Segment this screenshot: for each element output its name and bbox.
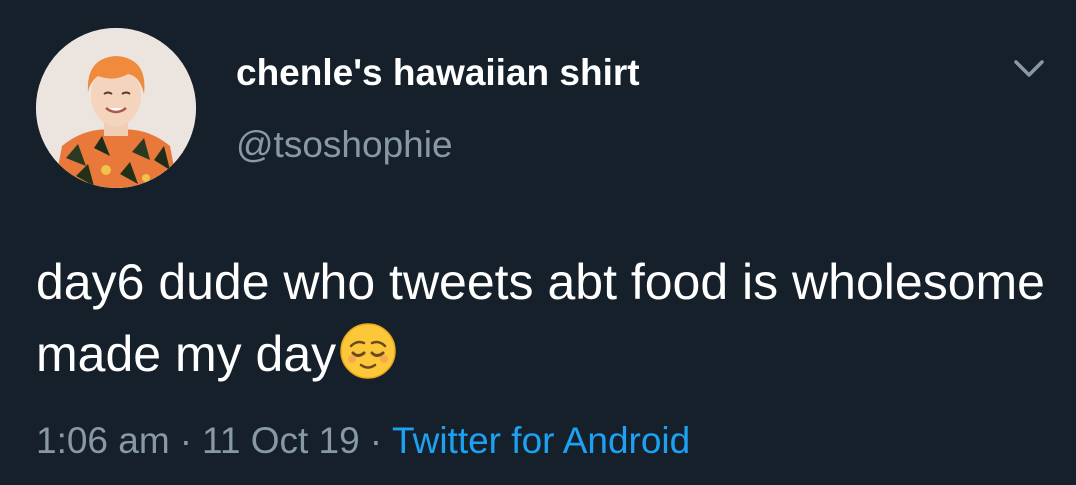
tweet-text-container: day6 dude who tweets abt food is wholeso… (36, 246, 1046, 390)
avatar-image (36, 28, 196, 188)
user-handle[interactable]: @tsoshophie (236, 124, 453, 166)
tweet-text: day6 dude who tweets abt food is wholeso… (36, 254, 1045, 382)
avatar[interactable] (36, 28, 196, 188)
relieved-face-emoji (338, 321, 398, 381)
tweet-date: 11 Oct 19 (202, 420, 360, 461)
display-name[interactable]: chenle's hawaiian shirt (236, 52, 640, 94)
tweet-source-link[interactable]: Twitter for Android (392, 420, 690, 461)
tweet-time: 1:06 am (36, 420, 170, 461)
tweet-card: chenle's hawaiian shirt @tsoshophie day6… (0, 0, 1076, 485)
meta-separator: · (369, 420, 383, 461)
chevron-down-icon[interactable] (1010, 54, 1048, 84)
meta-separator: · (179, 420, 193, 461)
tweet-meta: 1:06 am · 11 Oct 19 · Twitter for Android (36, 420, 690, 462)
